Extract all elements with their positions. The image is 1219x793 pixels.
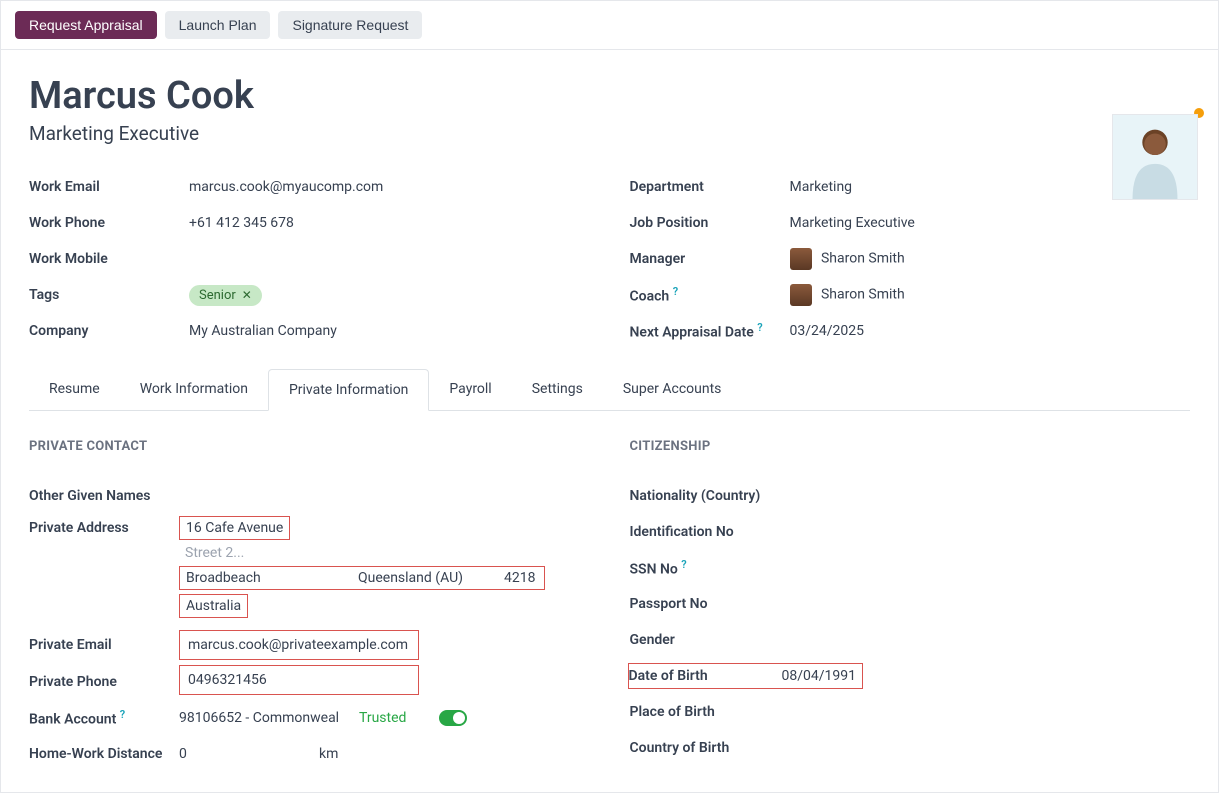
bank-account-label: Bank Account ? (29, 708, 179, 728)
department-label: Department (630, 179, 790, 195)
bank-trusted-label: Trusted (359, 710, 439, 726)
dob-value[interactable]: 08/04/1991 (782, 663, 864, 689)
bank-account-value[interactable]: 98106652 - Commonweal (179, 710, 359, 726)
nationality-label: Nationality (Country) (630, 488, 780, 504)
passport-label: Passport No (630, 596, 780, 612)
company-label: Company (29, 323, 189, 339)
private-contact-section: PRIVATE CONTACT Other Given Names Privat… (29, 439, 590, 772)
tag-chip-label: Senior (199, 288, 236, 303)
ssn-label: SSN No ? (630, 558, 780, 578)
work-mobile-label: Work Mobile (29, 251, 189, 267)
tag-chip-senior[interactable]: Senior ✕ (189, 285, 262, 306)
avatar-image (1113, 115, 1197, 199)
tab-settings[interactable]: Settings (512, 369, 603, 410)
action-toolbar: Request Appraisal Launch Plan Signature … (1, 1, 1218, 50)
manager-label: Manager (630, 251, 790, 267)
department-value[interactable]: Marketing (790, 179, 853, 195)
work-phone-label: Work Phone (29, 215, 189, 231)
private-phone-input[interactable]: 0496321456 (179, 665, 419, 695)
address-state-input[interactable]: Queensland (AU) (358, 570, 504, 586)
tab-resume[interactable]: Resume (29, 369, 120, 410)
coach-avatar-icon (790, 284, 812, 306)
coach-value[interactable]: Sharon Smith (821, 287, 905, 303)
dob-label: Date of Birth (628, 663, 782, 689)
other-names-label: Other Given Names (29, 488, 179, 504)
section-title-private-contact: PRIVATE CONTACT (29, 439, 590, 454)
manager-avatar-icon (790, 248, 812, 270)
country-of-birth-label: Country of Birth (630, 740, 780, 756)
work-phone-value[interactable]: +61 412 345 678 (189, 215, 294, 231)
help-icon[interactable]: ? (681, 558, 686, 571)
distance-unit: km (319, 746, 338, 762)
address-city-input[interactable]: Broadbeach (186, 570, 358, 586)
avatar[interactable] (1112, 114, 1198, 200)
tab-work-information[interactable]: Work Information (120, 369, 268, 410)
tag-remove-icon[interactable]: ✕ (242, 288, 252, 302)
private-email-input[interactable]: marcus.cook@privateexample.com (179, 630, 419, 660)
job-title-heading: Marketing Executive (29, 122, 1190, 145)
help-icon[interactable]: ? (757, 321, 762, 334)
address-country-input[interactable]: Australia (179, 594, 248, 618)
address-street1-input[interactable]: 16 Cafe Avenue (179, 516, 290, 540)
tab-payroll[interactable]: Payroll (429, 369, 511, 410)
coach-label: Coach ? (630, 285, 790, 305)
tags-label: Tags (29, 287, 189, 303)
next-appraisal-label: Next Appraisal Date ? (630, 321, 790, 341)
job-position-label: Job Position (630, 215, 790, 231)
bank-trusted-toggle[interactable] (439, 710, 467, 726)
section-title-citizenship: CITIZENSHIP (630, 439, 1191, 454)
distance-value[interactable]: 0 (179, 746, 319, 762)
next-appraisal-value[interactable]: 03/24/2025 (790, 323, 865, 339)
manager-value[interactable]: Sharon Smith (821, 251, 905, 267)
help-icon[interactable]: ? (673, 285, 678, 298)
launch-plan-button[interactable]: Launch Plan (165, 11, 271, 39)
help-icon[interactable]: ? (120, 708, 125, 721)
private-phone-label: Private Phone (29, 674, 179, 690)
tab-super-accounts[interactable]: Super Accounts (603, 369, 742, 410)
address-street2-input[interactable]: Street 2... (179, 542, 545, 564)
right-info-column: Department Marketing Job Position Market… (630, 169, 1191, 349)
private-address-label: Private Address (29, 514, 179, 536)
work-email-label: Work Email (29, 179, 189, 195)
signature-request-button[interactable]: Signature Request (278, 11, 422, 39)
identification-no-label: Identification No (630, 524, 780, 540)
work-email-value[interactable]: marcus.cook@myaucomp.com (189, 179, 383, 195)
employee-header: Marcus Cook Marketing Executive (1, 50, 1218, 169)
left-info-column: Work Email marcus.cook@myaucomp.com Work… (29, 169, 590, 349)
tab-private-information[interactable]: Private Information (268, 369, 429, 411)
request-appraisal-button[interactable]: Request Appraisal (15, 11, 157, 39)
home-work-distance-label: Home-Work Distance (29, 746, 179, 762)
company-value[interactable]: My Australian Company (189, 323, 337, 339)
place-of-birth-label: Place of Birth (630, 704, 780, 720)
address-zip-input[interactable]: 4218 (504, 570, 535, 586)
citizenship-section: CITIZENSHIP Nationality (Country) Identi… (630, 439, 1191, 772)
employee-name: Marcus Cook (29, 74, 1190, 118)
job-position-value[interactable]: Marketing Executive (790, 215, 915, 231)
gender-label: Gender (630, 632, 780, 648)
private-email-label: Private Email (29, 637, 179, 653)
tab-bar: Resume Work Information Private Informat… (29, 369, 1190, 411)
